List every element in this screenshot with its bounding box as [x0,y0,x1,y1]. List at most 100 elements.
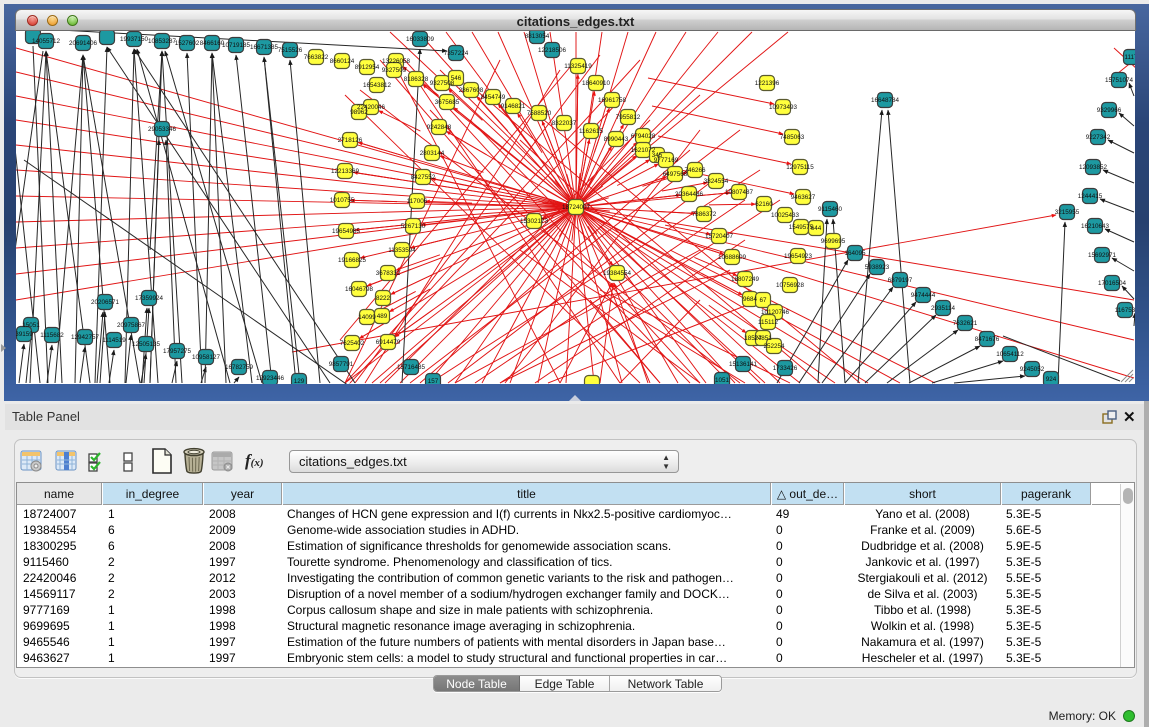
svg-text:12505135: 12505135 [132,341,161,348]
svg-text:746266: 746266 [684,167,706,174]
svg-text:19384554: 19384554 [603,270,632,277]
svg-text:62160: 62160 [755,201,773,208]
svg-text:924: 924 [1046,376,1057,383]
svg-text:8471676: 8471676 [975,336,1000,343]
svg-text:8990443: 8990443 [604,136,629,143]
svg-text:1114519: 1114519 [102,337,126,344]
svg-text:117006: 117006 [407,198,428,205]
svg-text:10120746: 10120746 [761,309,790,316]
svg-text:8813054: 8813054 [525,33,550,40]
svg-text:115112: 115112 [758,319,779,326]
svg-text:9242848: 9242848 [427,124,452,131]
svg-text:15051: 15051 [22,322,40,329]
svg-text:24851: 24851 [754,335,772,342]
svg-text:12975115: 12975115 [786,164,814,171]
svg-text:1221396: 1221396 [755,80,780,87]
svg-text:489: 489 [377,313,388,320]
svg-text:9684: 9684 [743,296,758,303]
svg-text:10958127: 10958127 [192,354,221,361]
svg-text:9227342: 9227342 [1086,134,1111,141]
svg-text:644: 644 [811,225,822,232]
svg-text:1162615: 1162615 [579,128,604,135]
svg-text:1051: 1051 [715,377,730,384]
svg-text:7663822: 7663822 [304,54,329,61]
svg-text:252254: 252254 [763,343,785,350]
svg-text:15751074: 15751074 [1105,77,1134,84]
svg-text:10973493: 10973493 [769,104,798,111]
svg-text:1117: 1117 [1124,54,1135,61]
svg-text:10719185: 10719185 [222,42,251,49]
svg-text:3675685: 3675685 [435,99,460,106]
svg-text:14099: 14099 [358,314,376,321]
svg-text:7485063: 7485063 [780,134,805,141]
svg-text:7955812: 7955812 [616,114,641,121]
svg-text:1527602: 1527602 [175,40,200,47]
svg-text:10756928: 10756928 [776,282,805,289]
svg-text:15302173: 15302173 [520,218,549,225]
svg-text:3824554: 3824554 [704,178,729,185]
svg-text:1115682: 1115682 [40,332,64,339]
svg-text:16046798: 16046798 [345,286,374,293]
svg-text:12218506: 12218506 [538,47,567,54]
svg-text:546: 546 [451,75,462,82]
svg-text:10688609: 10688609 [718,254,747,261]
svg-text:9463627: 9463627 [791,194,816,201]
svg-text:16210643: 16210643 [1081,223,1110,230]
svg-text:16961758: 16961758 [598,97,627,104]
svg-text:6914479: 6914479 [376,339,401,346]
svg-text:12093852: 12093852 [1079,164,1108,171]
svg-text:3215955: 3215955 [1055,209,1080,216]
svg-text:39159: 39159 [16,331,33,338]
svg-text:14055712: 14055712 [32,38,61,45]
svg-text:98962: 98962 [350,109,368,116]
svg-text:116753: 116753 [1115,307,1135,314]
svg-text:7357224: 7357224 [444,50,469,57]
svg-text:11353594: 11353594 [388,247,416,254]
svg-text:19166825: 19166825 [338,257,367,264]
svg-text:15720407: 15720407 [705,233,734,240]
svg-text:9777169: 9777169 [654,157,679,164]
svg-text:1010755: 1010755 [330,197,355,204]
svg-text:16671385: 16671385 [250,44,279,51]
svg-text:12213369: 12213369 [331,168,360,175]
svg-text:18807249: 18807249 [731,276,760,283]
svg-text:8912954: 8912954 [355,64,380,71]
svg-text:7632621: 7632621 [953,320,978,327]
svg-text:129: 129 [294,378,305,384]
svg-text:9857791: 9857791 [329,361,354,368]
svg-text:5267130: 5267130 [401,223,426,230]
svg-text:13226058: 13226058 [382,58,411,65]
svg-text:10025433: 10025433 [771,212,800,219]
svg-text:1733426: 1733426 [773,365,798,372]
svg-text:7625402: 7625402 [340,340,365,347]
svg-text:9115460: 9115460 [818,206,843,213]
svg-text:29053346: 29053346 [148,126,177,133]
svg-text:18640910: 18640910 [582,80,611,87]
svg-text:9474444: 9474444 [911,292,936,299]
svg-text:18724007: 18724007 [562,204,591,211]
svg-text:10807487: 10807487 [725,189,754,196]
svg-text:3678332: 3678332 [376,270,401,277]
svg-text:1244415: 1244415 [1078,193,1103,200]
svg-text:19654985: 19654985 [332,228,361,235]
svg-text:67: 67 [759,297,767,304]
svg-text:20206571: 20206571 [91,299,120,306]
svg-text:16033809: 16033809 [406,36,435,43]
svg-text:20691406: 20691406 [69,40,98,47]
svg-text:19654923: 19654923 [784,253,813,260]
svg-text:2935114: 2935114 [931,305,956,312]
svg-text:11325419: 11325419 [564,63,592,70]
svg-text:15716485: 15716485 [397,364,426,371]
svg-text:17016504: 17016504 [1098,280,1127,287]
svg-text:8222: 8222 [376,295,391,302]
svg-text:20364486: 20364486 [675,191,704,198]
svg-text:12923446: 12923446 [256,375,285,382]
svg-text:8186328: 8186328 [404,76,429,83]
svg-text:8322037: 8322037 [552,120,577,127]
svg-text:9329966: 9329966 [1097,107,1122,114]
svg-text:157: 157 [428,378,439,384]
svg-text:9245052: 9245052 [1020,366,1045,373]
svg-text:2803144: 2803144 [420,150,445,157]
svg-text:15136141: 15136141 [729,361,758,368]
svg-text:16782759: 16782759 [225,364,254,371]
